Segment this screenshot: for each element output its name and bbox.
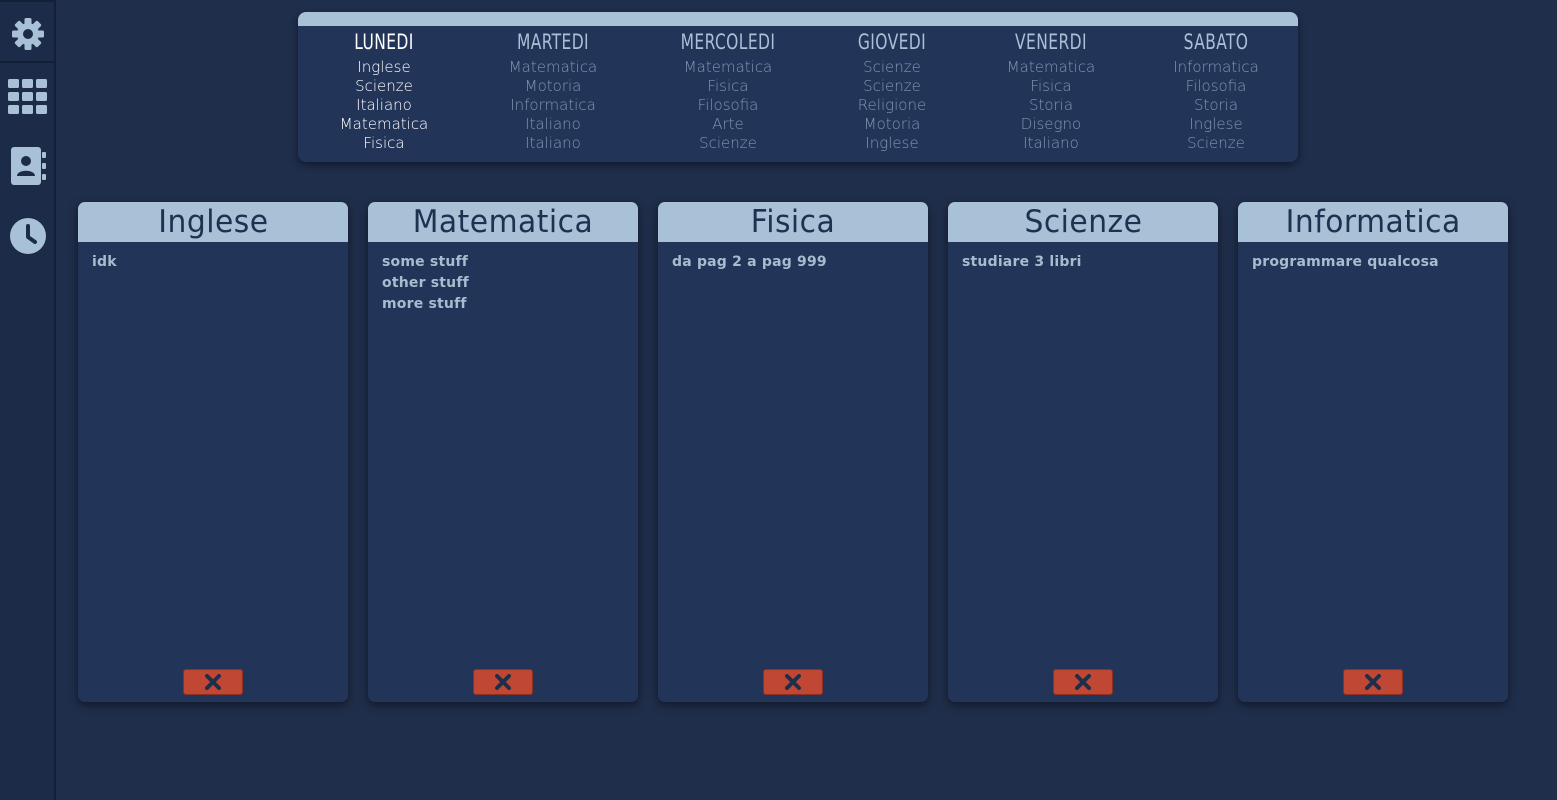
timetable-day-column[interactable]: MARTEDI Matematica Motoria Informatica Itali… <box>473 26 633 153</box>
sidebar <box>0 0 56 800</box>
lesson-item: Fisica <box>363 134 405 152</box>
lesson-item: Inglese <box>1189 115 1243 133</box>
day-name: LUNEDI <box>354 30 414 54</box>
lesson-item: Italiano <box>525 115 581 133</box>
lesson-item: Scienze <box>863 58 921 76</box>
lesson-item: Scienze <box>863 77 921 95</box>
delete-card-button[interactable] <box>1053 669 1113 695</box>
day-name: GIOVEDI <box>857 30 927 54</box>
lesson-list: Scienze Scienze Religione Motoria Inglese <box>812 58 972 153</box>
timetable-day-column[interactable]: VENERDI Matematica Fisica Storia Disegno Ital… <box>971 26 1131 153</box>
day-name: SABATO <box>1183 30 1249 54</box>
homework-card: Fisica da pag 2 a pag 999 <box>658 202 928 702</box>
card-body: idk <box>78 242 348 273</box>
lesson-item: Matematica <box>683 58 773 76</box>
homework-line: programmare qualcosa <box>1252 254 1439 270</box>
close-icon <box>1075 674 1091 690</box>
lesson-item: Fisica <box>1030 77 1072 95</box>
delete-card-button[interactable] <box>763 669 823 695</box>
contact-book-icon <box>11 147 46 185</box>
grid-view-button[interactable] <box>0 69 56 125</box>
homework-card: Inglese idk <box>78 202 348 702</box>
lesson-item: Fisica <box>707 77 749 95</box>
lesson-item: Motoria <box>524 77 582 95</box>
settings-button[interactable] <box>0 6 56 62</box>
homework-card: Matematica some stuff other stuff more stuf… <box>368 202 638 702</box>
lesson-item: Italiano <box>525 134 581 152</box>
lesson-list: Informatica Filosofia Storia Inglese Scienze <box>1136 58 1296 153</box>
lesson-item: Filosofia <box>1185 77 1247 95</box>
card-header: Scienze <box>948 202 1218 242</box>
weekly-timetable: LUNEDI Inglese Scienze Italiano Matematica Fi… <box>298 12 1298 162</box>
sidebar-divider <box>0 61 56 63</box>
history-button[interactable] <box>0 208 56 264</box>
timetable-days: LUNEDI Inglese Scienze Italiano Matematica Fi… <box>298 26 1298 162</box>
lesson-item: Scienze <box>355 77 413 95</box>
close-icon <box>495 674 511 690</box>
lesson-item: Italiano <box>1023 134 1079 152</box>
gear-icon <box>12 18 44 50</box>
homework-card: Scienze studiare 3 libri <box>948 202 1218 702</box>
delete-card-button[interactable] <box>473 669 533 695</box>
day-name: MERCOLEDI <box>680 30 776 54</box>
card-title: Scienze <box>1024 204 1142 240</box>
lesson-item: Matematica <box>508 58 598 76</box>
day-name: VENERDI <box>1015 30 1087 54</box>
grid-icon <box>8 79 47 114</box>
card-title: Fisica <box>750 204 836 240</box>
card-body: some stuff other stuff more stuff <box>368 242 638 315</box>
close-icon <box>1365 674 1381 690</box>
lesson-item: Motoria <box>863 115 921 133</box>
homework-line: studiare 3 libri <box>962 254 1082 270</box>
timetable-day-column[interactable]: MERCOLEDI Matematica Fisica Filosofia Arte Sc… <box>648 26 808 153</box>
card-header: Fisica <box>658 202 928 242</box>
lesson-item: Italiano <box>356 96 412 114</box>
lesson-item: Storia <box>1193 96 1239 114</box>
card-title: Informatica <box>1285 204 1461 240</box>
homework-line: more stuff <box>382 296 467 312</box>
lesson-item: Inglese <box>865 134 919 152</box>
close-icon <box>205 674 221 690</box>
homework-line: da pag 2 a pag 999 <box>672 254 827 270</box>
day-name: MARTEDI <box>516 30 590 54</box>
card-body: studiare 3 libri <box>948 242 1218 273</box>
lesson-item: Scienze <box>1187 134 1245 152</box>
homework-card: Informatica programmare qualcosa <box>1238 202 1508 702</box>
timetable-day-column[interactable]: LUNEDI Inglese Scienze Italiano Matematica Fi… <box>304 26 464 153</box>
card-body: da pag 2 a pag 999 <box>658 242 928 273</box>
lesson-item: Disegno <box>1020 115 1082 133</box>
lesson-list: Matematica Fisica Storia Disegno Italiano <box>971 58 1131 153</box>
card-title: Matematica <box>412 204 594 240</box>
contacts-button[interactable] <box>0 138 56 194</box>
lesson-item: Scienze <box>699 134 757 152</box>
homework-line: some stuff <box>382 254 469 270</box>
homework-line: other stuff <box>382 275 469 291</box>
timetable-day-column[interactable]: GIOVEDI Scienze Scienze Religione Motoria Ing… <box>812 26 972 153</box>
card-header: Inglese <box>78 202 348 242</box>
delete-card-button[interactable] <box>183 669 243 695</box>
timetable-day-column[interactable]: SABATO Informatica Filosofia Storia Inglese S… <box>1136 26 1296 153</box>
lesson-item: Religione <box>857 96 927 114</box>
lesson-item: Inglese <box>357 58 411 76</box>
app-window: LUNEDI Inglese Scienze Italiano Matematica Fi… <box>0 0 1557 800</box>
lesson-item: Storia <box>1028 96 1074 114</box>
card-title: Inglese <box>157 204 269 240</box>
homework-line: idk <box>92 254 117 270</box>
lesson-item: Filosofia <box>697 96 759 114</box>
card-body: programmare qualcosa <box>1238 242 1508 273</box>
timetable-header-bar <box>298 12 1298 26</box>
close-icon <box>785 674 801 690</box>
lesson-item: Informatica <box>510 96 596 114</box>
lesson-list: Inglese Scienze Italiano Matematica Fisica <box>304 58 464 153</box>
clock-icon <box>10 218 46 254</box>
delete-card-button[interactable] <box>1343 669 1403 695</box>
card-header: Matematica <box>368 202 638 242</box>
lesson-list: Matematica Fisica Filosofia Arte Scienze <box>648 58 808 153</box>
lesson-item: Arte <box>712 115 744 133</box>
lesson-item: Informatica <box>1173 58 1259 76</box>
lesson-list: Matematica Motoria Informatica Italiano Ital… <box>473 58 633 153</box>
card-header: Informatica <box>1238 202 1508 242</box>
lesson-item: Matematica <box>1006 58 1096 76</box>
lesson-item: Matematica <box>339 115 429 133</box>
